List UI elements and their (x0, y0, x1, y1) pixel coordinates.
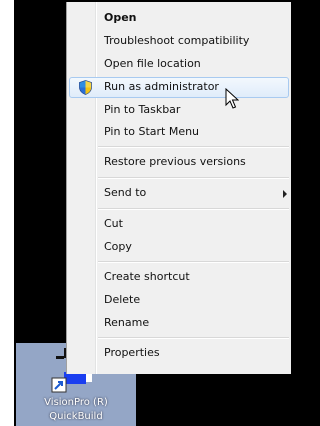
menu-item-cut[interactable]: Cut (69, 214, 289, 235)
menu-item-label: Cut (104, 217, 123, 230)
context-menu: Open Troubleshoot compatibility Open fil… (66, 2, 291, 374)
menu-item-restore-previous-versions[interactable]: Restore previous versions (69, 152, 289, 173)
menu-item-label: Pin to Start Menu (104, 125, 200, 138)
menu-separator (98, 177, 289, 178)
menu-separator (98, 261, 289, 262)
desktop-icon-label-line1: VisionPro (R) (44, 397, 108, 408)
mouse-pointer-icon (225, 88, 239, 109)
menu-item-pin-to-start-menu[interactable]: Pin to Start Menu (69, 122, 289, 143)
menu-item-troubleshoot-compatibility[interactable]: Troubleshoot compatibility (69, 31, 289, 52)
menu-item-label: Delete (104, 293, 141, 306)
menu-item-rename[interactable]: Rename (69, 313, 289, 334)
desktop-icon-label-line2: QuickBuild (49, 411, 103, 422)
menu-item-open-file-location[interactable]: Open file location (69, 54, 289, 75)
menu-item-create-shortcut[interactable]: Create shortcut (69, 267, 289, 288)
menu-item-label: Pin to Taskbar (104, 103, 181, 116)
menu-item-label: Run as administrator (104, 80, 219, 93)
menu-separator (98, 337, 289, 338)
menu-item-label: Send to (104, 186, 147, 199)
menu-item-label: Properties (104, 346, 160, 359)
menu-item-label: Open file location (104, 57, 201, 70)
menu-separator (98, 208, 289, 209)
menu-item-copy[interactable]: Copy (69, 237, 289, 258)
menu-item-label: Rename (104, 316, 150, 329)
menu-item-properties[interactable]: Properties (69, 343, 289, 364)
menu-item-label: Open (104, 11, 137, 24)
uac-shield-icon (79, 80, 92, 95)
menu-item-label: Create shortcut (104, 270, 190, 283)
menu-item-delete[interactable]: Delete (69, 290, 289, 311)
menu-item-send-to[interactable]: Send to (69, 183, 289, 204)
menu-item-pin-to-taskbar[interactable]: Pin to Taskbar (69, 100, 289, 121)
menu-item-run-as-administrator[interactable]: Run as administrator (69, 77, 289, 98)
submenu-arrow-icon (283, 190, 287, 198)
menu-item-label: Copy (104, 240, 132, 253)
menu-item-open[interactable]: Open (69, 8, 289, 29)
menu-separator (98, 146, 289, 147)
background-window-edge (0, 0, 14, 426)
menu-item-label: Troubleshoot compatibility (104, 34, 250, 47)
menu-item-label: Restore previous versions (104, 155, 246, 168)
